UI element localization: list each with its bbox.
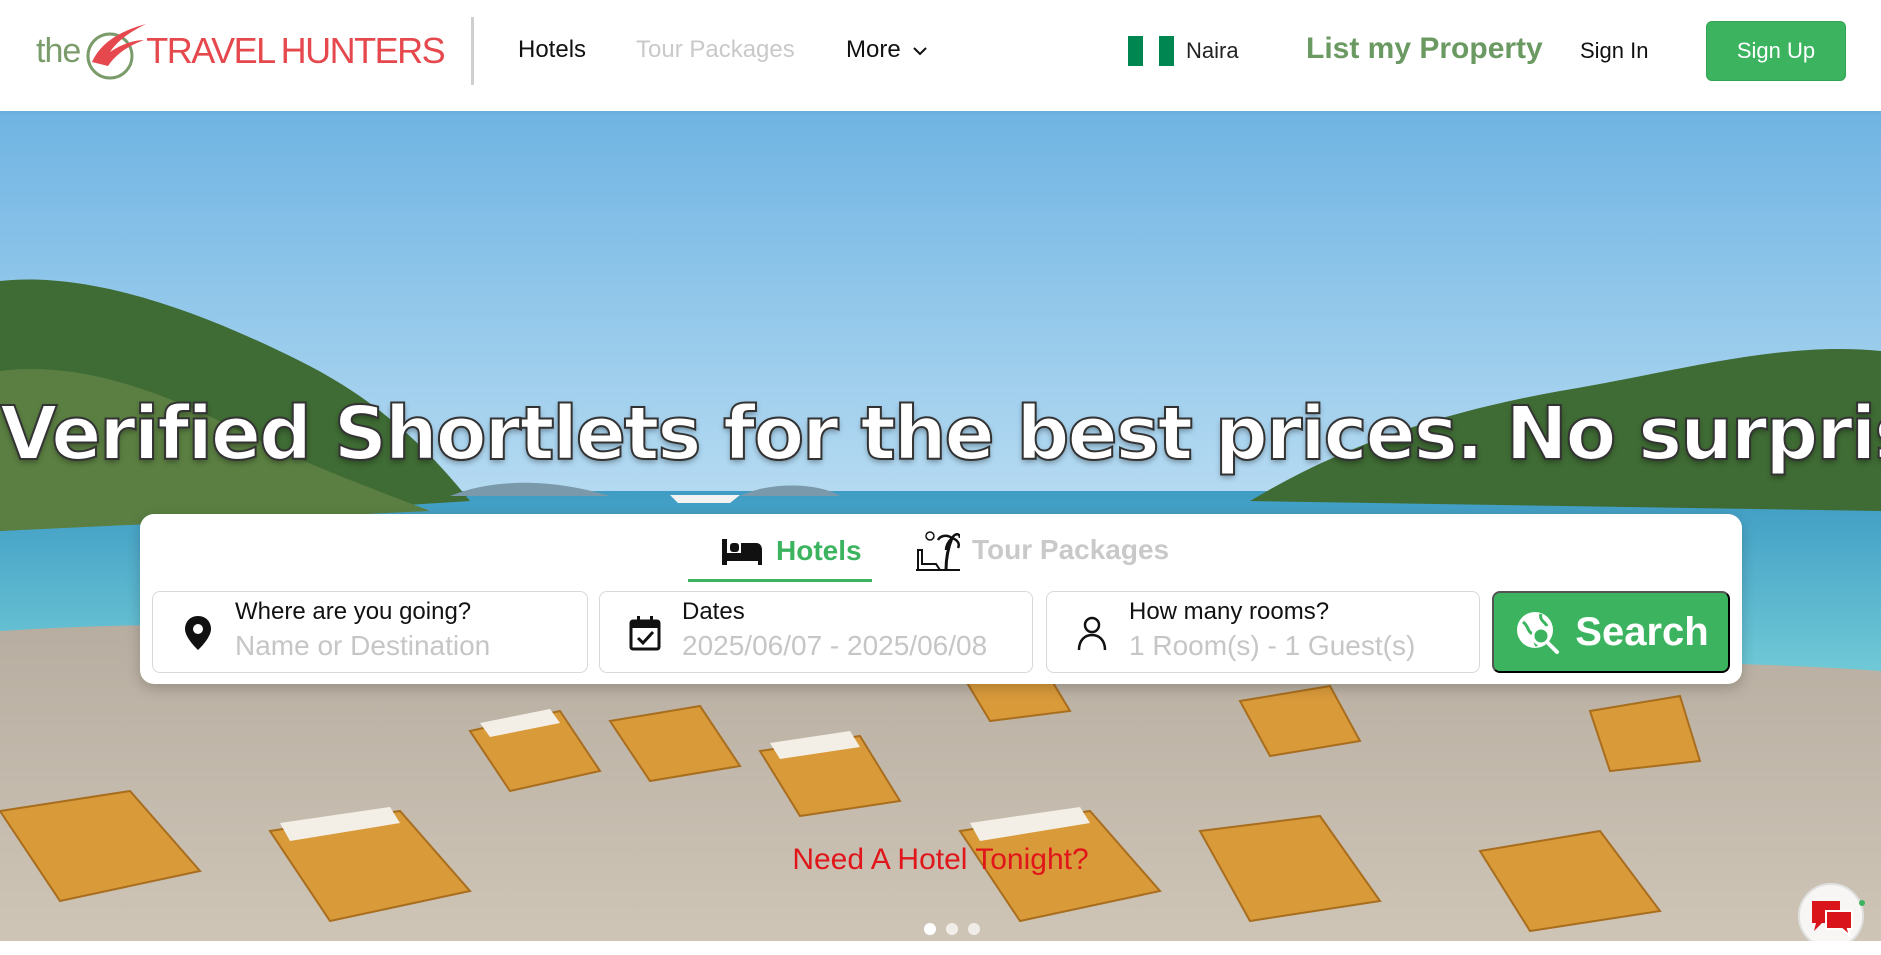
chat-bubbles-icon xyxy=(1812,901,1853,937)
rooms-label: How many rooms? xyxy=(1129,598,1330,625)
carousel-dot[interactable] xyxy=(968,923,980,935)
logo-prefix: the xyxy=(36,31,81,70)
carousel-dot[interactable] xyxy=(946,923,958,935)
tab-tour-packages[interactable]: Tour Packages xyxy=(916,522,1169,578)
site-header: the TRAVEL HUNTERS Hotels Tour Packages … xyxy=(0,0,1881,111)
bed-icon xyxy=(722,538,762,565)
currency-label: Naira xyxy=(1186,38,1239,63)
dates-value[interactable]: 2025/06/07 - 2025/06/08 xyxy=(682,630,987,662)
tab-hotels[interactable]: Hotels xyxy=(688,522,872,582)
globe-search-icon xyxy=(1517,612,1560,654)
chevron-down-icon xyxy=(912,47,927,56)
search-button-label: Search xyxy=(1575,609,1709,654)
nav-tour-packages-link[interactable]: Tour Packages xyxy=(636,36,795,64)
need-hotel-tonight-link[interactable]: Need A Hotel Tonight? xyxy=(0,843,1881,877)
logo-travel-text: TRAVEL xyxy=(146,30,276,71)
carousel-dots xyxy=(924,923,980,935)
destination-field[interactable]: Where are you going? Name or Destination xyxy=(152,591,588,673)
carousel-dot[interactable] xyxy=(924,923,936,935)
destination-label: Where are you going? xyxy=(235,598,472,625)
list-my-property-link[interactable]: List my Property xyxy=(1306,32,1543,66)
search-button[interactable]: Search xyxy=(1492,591,1730,673)
header-divider xyxy=(471,17,474,85)
chat-widget-button[interactable] xyxy=(1796,881,1866,941)
tab-hotels-label: Hotels xyxy=(776,534,862,566)
logo-swoosh-icon xyxy=(86,24,147,80)
nav-hotels-link[interactable]: Hotels xyxy=(518,36,586,64)
rooms-value[interactable]: 1 Room(s) - 1 Guest(s) xyxy=(1129,630,1415,662)
dates-label: Dates xyxy=(682,598,745,625)
tab-tour-packages-label: Tour Packages xyxy=(972,534,1170,565)
map-pin-icon xyxy=(185,616,211,650)
calendar-check-icon xyxy=(629,616,661,651)
nav-more-dropdown[interactable]: More xyxy=(846,36,929,64)
currency-selector[interactable]: Naira xyxy=(1128,36,1239,66)
dates-field[interactable]: Dates 2025/06/07 - 2025/06/08 xyxy=(599,591,1033,673)
hero-section: Verified Shortlets for the best prices. … xyxy=(0,111,1881,941)
destination-input[interactable]: Name or Destination xyxy=(235,630,490,662)
person-icon xyxy=(1077,616,1107,651)
sign-in-link[interactable]: Sign In xyxy=(1580,38,1649,64)
nigeria-flag-icon xyxy=(1128,36,1174,66)
logo-hunters-text: HUNTERS xyxy=(280,30,446,71)
search-panel: Hotels Tour Packages Where are you going… xyxy=(140,514,1742,684)
beach-palm-icon xyxy=(916,531,960,571)
site-logo[interactable]: the TRAVEL HUNTERS xyxy=(36,16,446,86)
nav-more-label: More xyxy=(846,36,901,63)
rooms-field[interactable]: How many rooms? 1 Room(s) - 1 Guest(s) xyxy=(1046,591,1480,673)
hero-headline: Verified Shortlets for the best prices. … xyxy=(0,390,1881,478)
sign-up-button[interactable]: Sign Up xyxy=(1706,21,1846,81)
